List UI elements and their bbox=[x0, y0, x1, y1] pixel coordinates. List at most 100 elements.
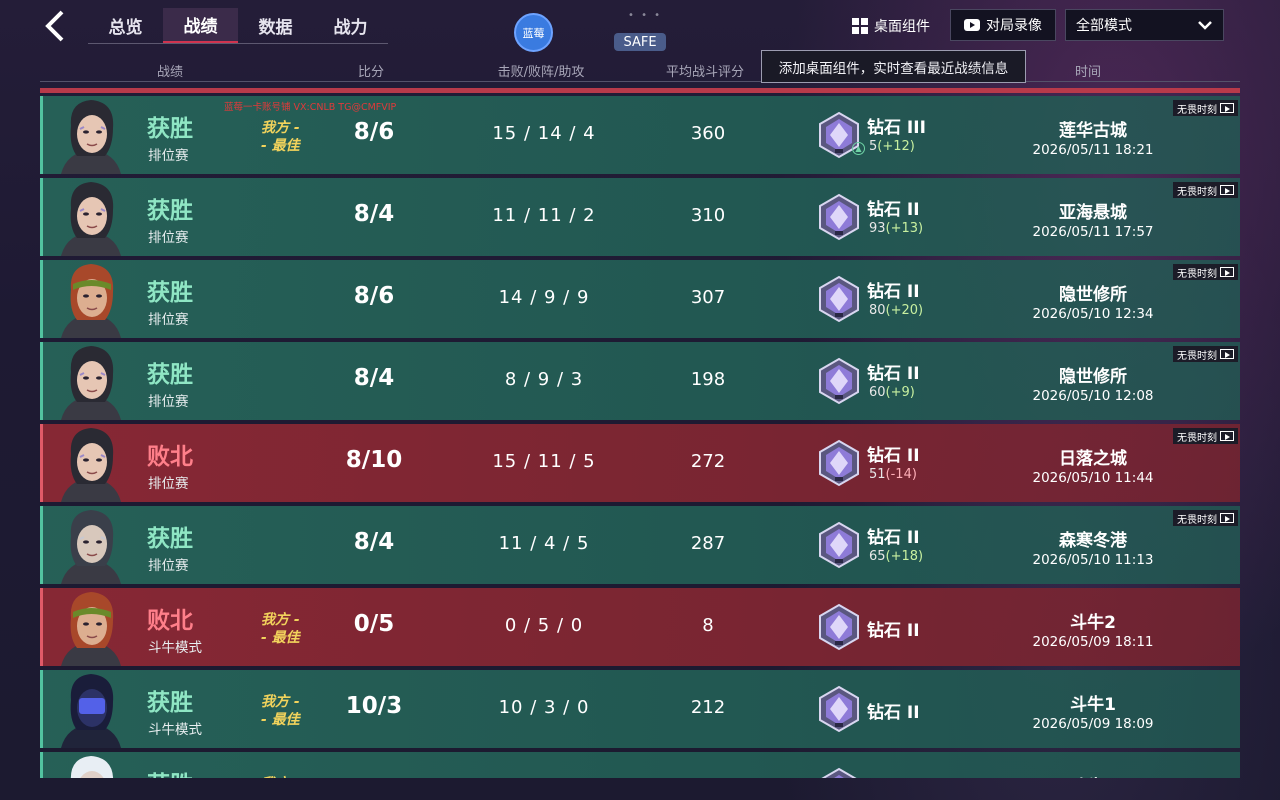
rank-points-delta: (+20) bbox=[885, 303, 924, 318]
match-map: 隐世修所 bbox=[1059, 367, 1127, 387]
highlight-moment-badge[interactable]: 无畏时刻 bbox=[1173, 510, 1238, 526]
highlight-moment-label: 无畏时刻 bbox=[1177, 186, 1217, 198]
rank-points-value: 93 bbox=[869, 221, 886, 236]
match-map: 斗牛1 bbox=[1070, 695, 1116, 715]
match-result: 败北 bbox=[147, 444, 193, 470]
tab-data[interactable]: 数据 bbox=[238, 8, 313, 43]
diamond-rank-icon bbox=[815, 439, 863, 487]
diamond-rank-icon bbox=[815, 357, 863, 405]
match-score: 8/10 bbox=[345, 447, 403, 473]
floating-app-badge[interactable]: 蓝莓 bbox=[514, 13, 553, 52]
match-time: 2026/05/11 17:57 bbox=[1032, 224, 1154, 240]
watermark-text: 蓝莓一卡账号铺 VX:CNLB TG@CMFVIP bbox=[224, 102, 397, 113]
hero-avatar bbox=[53, 178, 129, 256]
rank-points-value: 51 bbox=[869, 467, 886, 482]
match-result: 获胜 bbox=[147, 280, 193, 306]
widget-tooltip: 添加桌面组件，实时查看最近战绩信息 bbox=[761, 50, 1026, 83]
match-row[interactable]: 获胜 排位赛 我方 - - 最佳 8/6 15 / 14 / 4 360 钻石 III 5(+… bbox=[40, 96, 1240, 174]
match-map: 莲华古城 bbox=[1059, 121, 1127, 141]
rank-points: 5(+12) bbox=[869, 139, 915, 154]
rank-points-delta: (+18) bbox=[885, 549, 924, 564]
highlight-moment-label: 无畏时刻 bbox=[1177, 350, 1217, 362]
tab-overview[interactable]: 总览 bbox=[88, 8, 163, 43]
match-map: 隐世修所 bbox=[1059, 285, 1127, 305]
match-result: 获胜 bbox=[147, 765, 193, 778]
match-replay-button[interactable]: 对局录像 bbox=[950, 9, 1056, 41]
mvp-badge: 我方 bbox=[261, 775, 289, 778]
rank-up-icon: ▲ bbox=[852, 142, 865, 155]
rank-points-delta: (-14) bbox=[885, 467, 917, 482]
header-time: 时间 bbox=[1074, 65, 1102, 80]
video-play-icon bbox=[1220, 267, 1234, 277]
match-score: 8/6 bbox=[353, 283, 395, 309]
rank-name: 钻石 II bbox=[867, 703, 920, 723]
rank-points: 60(+9) bbox=[869, 385, 915, 400]
match-replay-label: 对局录像 bbox=[986, 18, 1042, 34]
match-time: 2026/05/10 11:13 bbox=[1032, 552, 1154, 568]
highlight-moment-badge[interactable]: 无畏时刻 bbox=[1173, 182, 1238, 198]
drag-handle-icon[interactable]: • • • bbox=[628, 10, 662, 21]
match-row[interactable]: 获胜 排位赛 8/4 11 / 11 / 2 310 钻石 II 93(+13) 亚海悬城 20… bbox=[40, 178, 1240, 256]
match-kda: 8 / 9 / 3 bbox=[504, 369, 584, 390]
highlight-moment-badge[interactable]: 无畏时刻 bbox=[1173, 346, 1238, 362]
match-row[interactable]: 败北 斗牛模式 我方 - - 最佳 0/5 0 / 5 / 0 8 钻石 II 斗牛2 2026… bbox=[40, 588, 1240, 666]
highlight-moment-badge[interactable]: 无畏时刻 bbox=[1173, 428, 1238, 444]
match-list[interactable]: 获胜 排位赛 我方 - - 最佳 8/6 15 / 14 / 4 360 钻石 III 5(+… bbox=[40, 88, 1240, 778]
header-avg: 平均战斗评分 bbox=[665, 65, 745, 80]
diamond-rank-icon bbox=[815, 603, 863, 651]
match-row[interactable]: 获胜 排位赛 8/6 14 / 9 / 9 307 钻石 II 80(+20) 隐世修所 202… bbox=[40, 260, 1240, 338]
chevron-left-icon bbox=[45, 10, 64, 42]
match-avg-rating: 8 bbox=[702, 615, 714, 636]
match-mode: 排位赛 bbox=[148, 476, 189, 492]
match-avg-rating: 287 bbox=[690, 533, 726, 554]
hero-avatar bbox=[53, 260, 129, 338]
match-row[interactable]: 获胜 排位赛 8/4 8 / 9 / 3 198 钻石 II 60(+9) 隐世修所 2026/… bbox=[40, 342, 1240, 420]
back-button[interactable] bbox=[36, 8, 76, 44]
match-row[interactable]: 败北 排位赛 8/10 15 / 11 / 5 272 钻石 II 51(-14) 日落之城 2… bbox=[40, 424, 1240, 502]
highlight-moment-label: 无畏时刻 bbox=[1177, 268, 1217, 280]
match-result: 获胜 bbox=[147, 362, 193, 388]
match-time: 2026/05/09 18:09 bbox=[1032, 716, 1154, 732]
mode-select[interactable]: 全部模式 bbox=[1065, 9, 1224, 41]
hero-avatar bbox=[53, 342, 129, 420]
rank-name: 钻石 II bbox=[867, 528, 920, 548]
match-avg-rating: 198 bbox=[690, 369, 726, 390]
diamond-rank-icon bbox=[815, 275, 863, 323]
match-map: 日落之城 bbox=[1059, 449, 1127, 469]
match-row[interactable]: 获胜 排位赛 8/4 11 / 4 / 5 287 钻石 II 65(+18) 森寒冬港 202… bbox=[40, 506, 1240, 584]
diamond-rank-icon bbox=[815, 521, 863, 569]
hero-avatar bbox=[53, 506, 129, 584]
rank-points-delta: (+9) bbox=[885, 385, 915, 400]
match-row[interactable]: 获胜我方 斗牛1 bbox=[40, 752, 1240, 778]
highlight-moment-badge[interactable]: 无畏时刻 bbox=[1173, 100, 1238, 116]
match-result: 获胜 bbox=[147, 198, 193, 224]
match-avg-rating: 310 bbox=[690, 205, 726, 226]
hero-avatar bbox=[53, 752, 129, 778]
match-map: 斗牛1 bbox=[1070, 772, 1116, 778]
match-score: 10/3 bbox=[345, 693, 403, 719]
tab-power[interactable]: 战力 bbox=[313, 8, 388, 43]
match-kda: 11 / 4 / 5 bbox=[498, 533, 590, 554]
match-avg-rating: 212 bbox=[690, 697, 726, 718]
scroll-edge-strip bbox=[40, 88, 1240, 93]
match-score: 0/5 bbox=[353, 611, 395, 637]
highlight-moment-badge[interactable]: 无畏时刻 bbox=[1173, 264, 1238, 280]
chevron-down-icon bbox=[1198, 21, 1212, 30]
tab-records[interactable]: 战绩 bbox=[163, 8, 238, 43]
video-play-icon bbox=[1220, 513, 1234, 523]
match-kda: 0 / 5 / 0 bbox=[504, 615, 584, 636]
match-time: 2026/05/10 12:08 bbox=[1032, 388, 1154, 404]
hero-avatar bbox=[53, 424, 129, 502]
header-score: 比分 bbox=[357, 65, 385, 80]
video-play-icon bbox=[1220, 349, 1234, 359]
match-kda: 15 / 14 / 4 bbox=[492, 123, 596, 144]
desktop-widget-button[interactable]: 桌面组件 bbox=[852, 14, 930, 38]
mvp-badge: 我方 - - 最佳 bbox=[261, 120, 300, 154]
match-mode: 斗牛模式 bbox=[148, 722, 202, 738]
match-map: 森寒冬港 bbox=[1059, 531, 1127, 551]
diamond-rank-icon bbox=[815, 193, 863, 241]
match-row[interactable]: 获胜 斗牛模式 我方 - - 最佳 10/3 10 / 3 / 0 212 钻石 II 斗牛1… bbox=[40, 670, 1240, 748]
rank-points: 93(+13) bbox=[869, 221, 923, 236]
desktop-widget-label: 桌面组件 bbox=[874, 19, 930, 35]
rank-points-delta: (+12) bbox=[877, 139, 915, 154]
